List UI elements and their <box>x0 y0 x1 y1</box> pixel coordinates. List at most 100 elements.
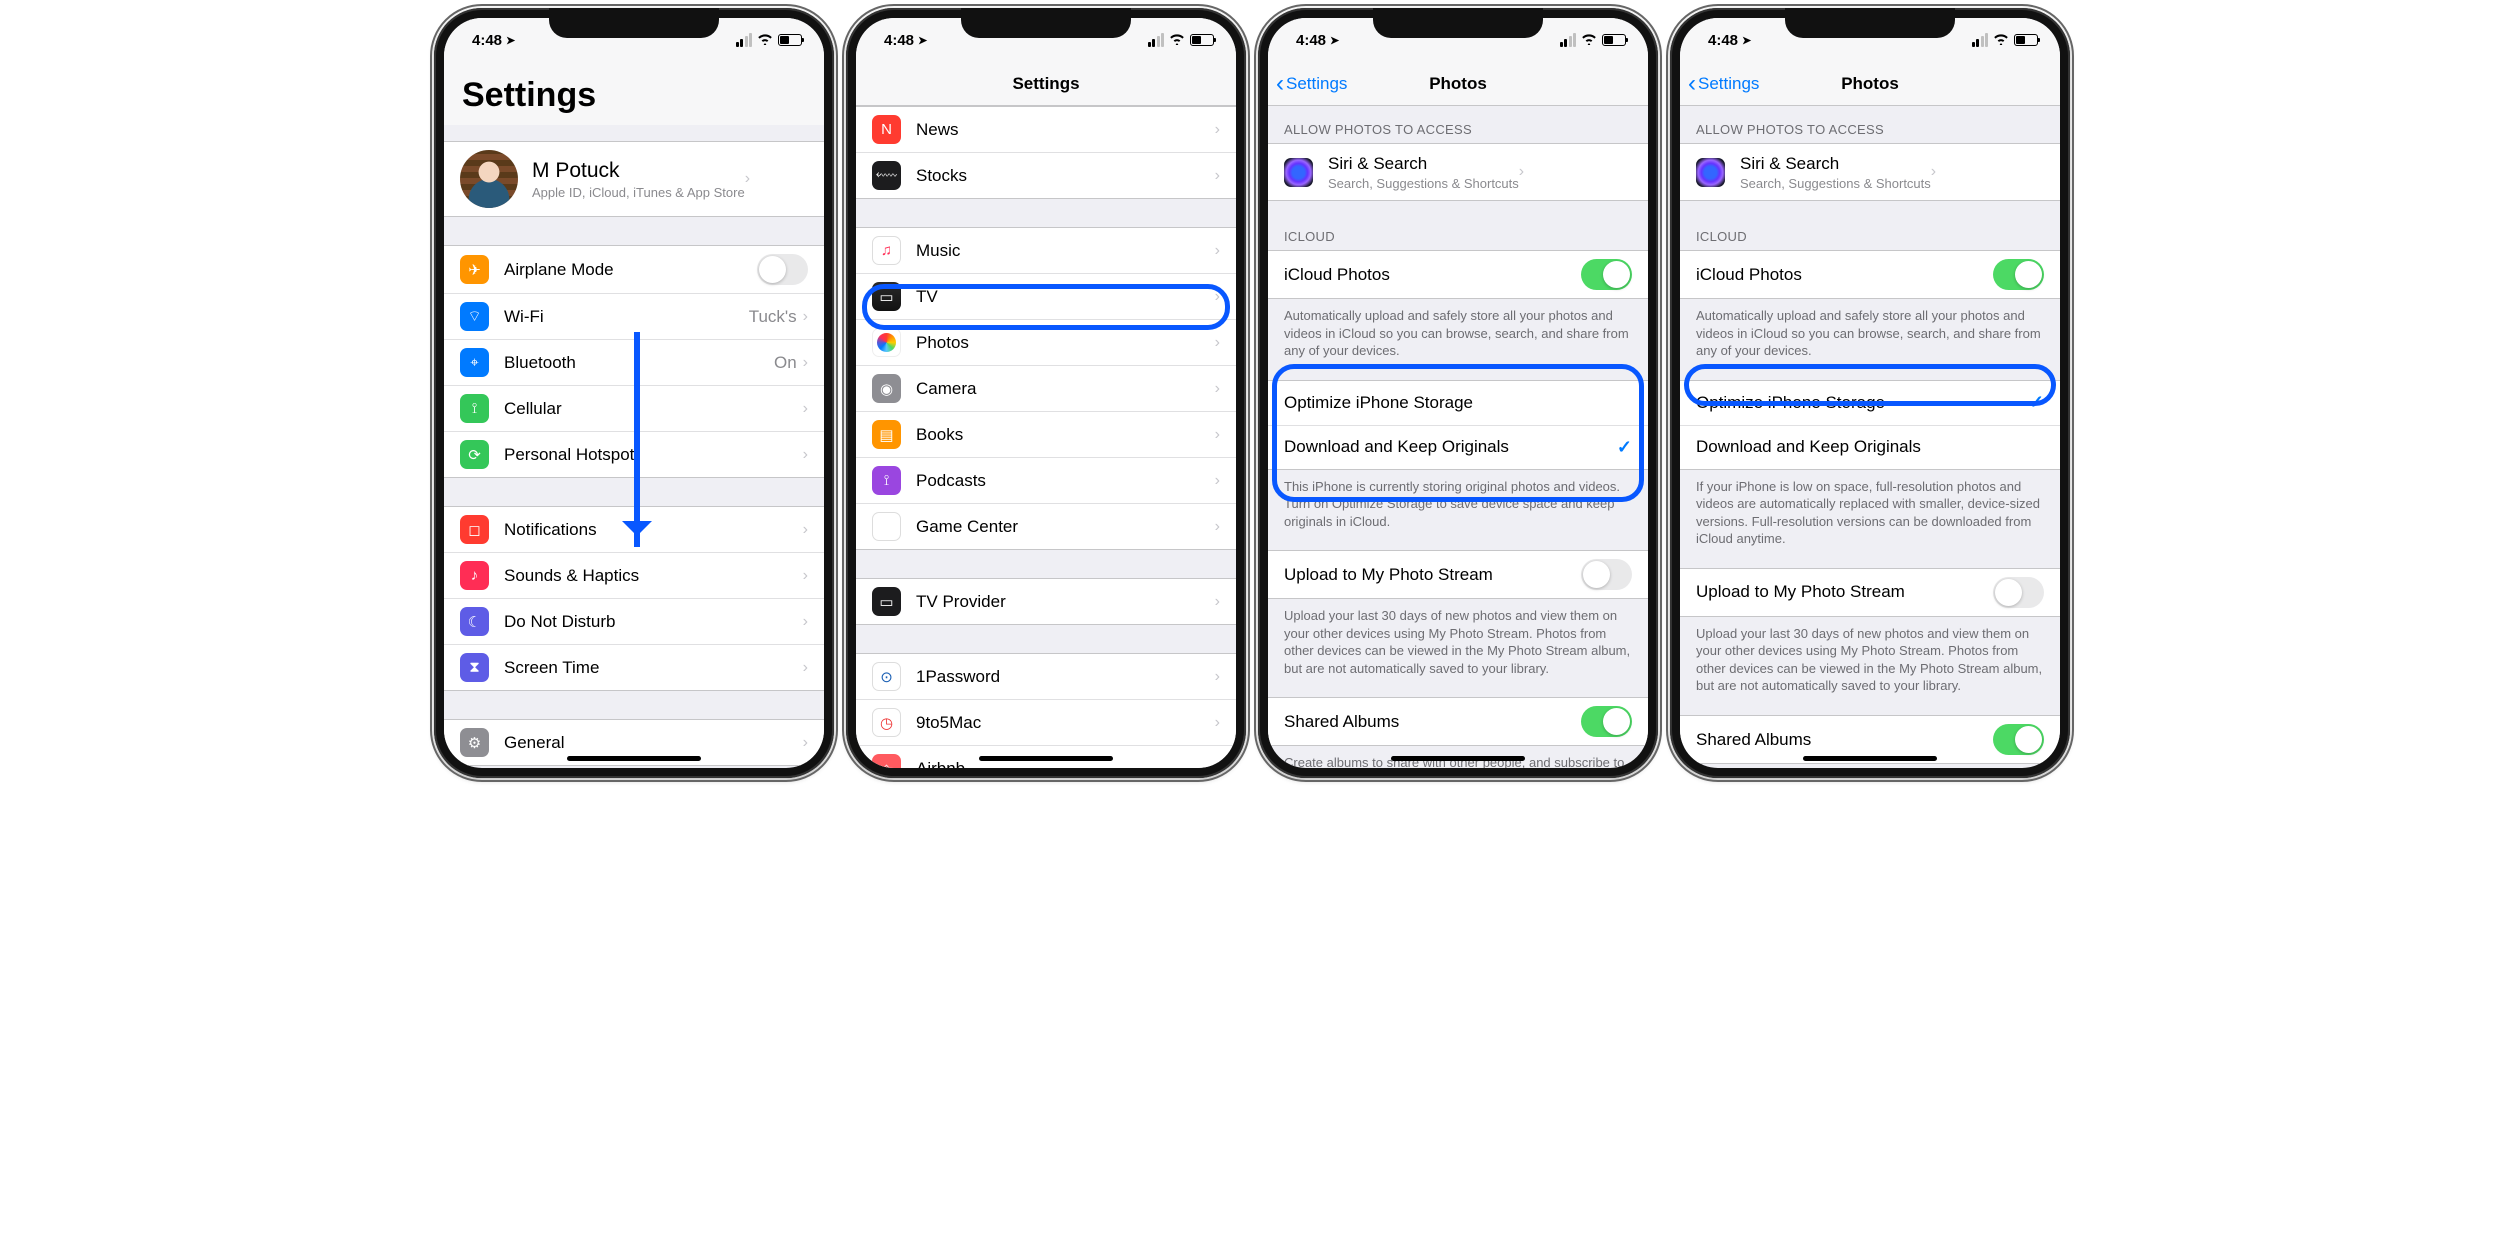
photo-stream-toggle[interactable] <box>1993 577 2044 608</box>
stream-footer: Upload your last 30 days of new photos a… <box>1680 617 2060 699</box>
wifi-icon <box>1993 32 2009 49</box>
camera-icon: ◉ <box>872 374 901 403</box>
tvprovider-row[interactable]: ▭TV Provider› <box>856 579 1236 624</box>
download-originals-row[interactable]: Download and Keep Originals ✓ <box>1268 425 1648 469</box>
notch <box>549 8 719 38</box>
dnd-row[interactable]: ☾ Do Not Disturb › <box>444 598 824 644</box>
phone-2: 4:48➤ Settings NNews› ⬳Stocks› ♫Music› ▭… <box>846 8 1246 778</box>
books-row[interactable]: ▤Books› <box>856 411 1236 457</box>
back-button[interactable]: ‹Settings <box>1688 72 1759 96</box>
tv-row[interactable]: ▭TV› <box>856 273 1236 319</box>
phone-1: 4:48 ➤ Settings M Potuck Apple ID, iClou… <box>434 8 834 778</box>
location-icon: ➤ <box>1742 34 1751 47</box>
airplane-toggle[interactable] <box>757 254 808 285</box>
annotation-arrow <box>634 332 640 547</box>
photos-icon <box>872 328 901 357</box>
books-icon: ▤ <box>872 420 901 449</box>
dnd-icon: ☾ <box>460 607 489 636</box>
chevron-right-icon: › <box>803 308 808 326</box>
9to5mac-row[interactable]: ◷9to5Mac› <box>856 699 1236 745</box>
photo-stream-row[interactable]: Upload to My Photo Stream <box>1680 569 2060 616</box>
icloud-footer: Automatically upload and safely store al… <box>1268 299 1648 364</box>
1password-icon: ⊙ <box>872 662 901 691</box>
icloud-photos-toggle[interactable] <box>1581 259 1632 290</box>
siri-search-row[interactable]: Siri & Search Search, Suggestions & Shor… <box>1268 144 1648 200</box>
airplane-mode-row[interactable]: ✈ Airplane Mode <box>444 246 824 293</box>
screentime-row[interactable]: ⧗ Screen Time › <box>444 644 824 690</box>
optimize-storage-row[interactable]: Optimize iPhone Storage ✓ <box>1680 381 2060 425</box>
home-indicator[interactable] <box>1391 756 1525 761</box>
photos-row[interactable]: Photos› <box>856 319 1236 365</box>
home-indicator[interactable] <box>1803 756 1937 761</box>
chevron-right-icon: › <box>1215 760 1220 769</box>
sounds-row[interactable]: ♪ Sounds & Haptics › <box>444 552 824 598</box>
signal-icon <box>1560 33 1577 47</box>
cellular-icon: ⟟ <box>460 394 489 423</box>
back-button[interactable]: ‹Settings <box>1276 72 1347 96</box>
navbar: Settings <box>856 62 1236 106</box>
wifi-settings-icon: ⌔ <box>460 302 489 331</box>
screen: 4:48 ➤ Settings M Potuck Apple ID, iClou… <box>444 18 824 768</box>
podcasts-row[interactable]: ⟟Podcasts› <box>856 457 1236 503</box>
optimize-storage-row[interactable]: Optimize iPhone Storage <box>1268 381 1648 425</box>
photo-stream-toggle[interactable] <box>1581 559 1632 590</box>
bluetooth-icon: ⌖ <box>460 348 489 377</box>
page-title: Settings <box>444 62 824 125</box>
wifi-icon <box>1169 32 1185 49</box>
stocks-row[interactable]: ⬳Stocks› <box>856 152 1236 198</box>
notch <box>1373 8 1543 38</box>
avatar <box>460 150 518 208</box>
podcasts-icon: ⟟ <box>872 466 901 495</box>
shared-footer: Create albums to share with other people… <box>1680 764 2060 768</box>
chevron-right-icon: › <box>803 567 808 585</box>
chevron-right-icon: › <box>1215 334 1220 352</box>
gamecenter-row[interactable]: ●●Game Center› <box>856 503 1236 549</box>
shared-albums-row[interactable]: Shared Albums <box>1268 698 1648 745</box>
stocks-icon: ⬳ <box>872 161 901 190</box>
signal-icon <box>736 33 753 47</box>
profile-sub: Apple ID, iCloud, iTunes & App Store <box>532 185 745 200</box>
icloud-photos-row[interactable]: iCloud Photos <box>1268 251 1648 298</box>
icloud-photos-toggle[interactable] <box>1993 259 2044 290</box>
photo-stream-row[interactable]: Upload to My Photo Stream <box>1268 551 1648 598</box>
battery-icon <box>2014 34 2038 46</box>
tvprovider-icon: ▭ <box>872 587 901 616</box>
phone-4: 4:48➤ ‹Settings Photos ALLOW PHOTOS TO A… <box>1670 8 2070 778</box>
signal-icon <box>1148 33 1165 47</box>
chevron-right-icon: › <box>803 446 808 464</box>
location-icon: ➤ <box>506 34 515 47</box>
chevron-right-icon: › <box>1215 288 1220 306</box>
chevron-right-icon: › <box>1215 518 1220 536</box>
chevron-right-icon: › <box>803 354 808 372</box>
chevron-right-icon: › <box>1519 163 1524 181</box>
checkmark-icon: ✓ <box>1617 437 1632 458</box>
apple-id-row[interactable]: M Potuck Apple ID, iCloud, iTunes & App … <box>444 142 824 216</box>
1password-row[interactable]: ⊙1Password› <box>856 654 1236 699</box>
navbar: ‹Settings Photos <box>1268 62 1648 106</box>
shared-albums-toggle[interactable] <box>1993 724 2044 755</box>
shared-albums-toggle[interactable] <box>1581 706 1632 737</box>
siri-search-row[interactable]: Siri & Search Search, Suggestions & Shor… <box>1680 144 2060 200</box>
music-row[interactable]: ♫Music› <box>856 228 1236 273</box>
airplane-icon: ✈ <box>460 255 489 284</box>
chevron-right-icon: › <box>1215 593 1220 611</box>
home-indicator[interactable] <box>567 756 701 761</box>
news-row[interactable]: NNews› <box>856 107 1236 152</box>
navbar-title: Settings <box>1012 74 1079 94</box>
battery-icon <box>1602 34 1626 46</box>
wifi-icon <box>757 32 773 49</box>
section-header-icloud: ICLOUD <box>1268 229 1648 250</box>
camera-row[interactable]: ◉Camera› <box>856 365 1236 411</box>
chevron-right-icon: › <box>1215 668 1220 686</box>
icloud-footer: Automatically upload and safely store al… <box>1680 299 2060 364</box>
home-indicator[interactable] <box>979 756 1113 761</box>
location-icon: ➤ <box>1330 34 1339 47</box>
sounds-icon: ♪ <box>460 561 489 590</box>
notch <box>1785 8 1955 38</box>
hotspot-icon: ⟳ <box>460 440 489 469</box>
icloud-photos-row[interactable]: iCloud Photos <box>1680 251 2060 298</box>
download-originals-row[interactable]: Download and Keep Originals <box>1680 425 2060 469</box>
chevron-right-icon: › <box>803 400 808 418</box>
chevron-right-icon: › <box>1215 167 1220 185</box>
chevron-right-icon: › <box>1215 121 1220 139</box>
